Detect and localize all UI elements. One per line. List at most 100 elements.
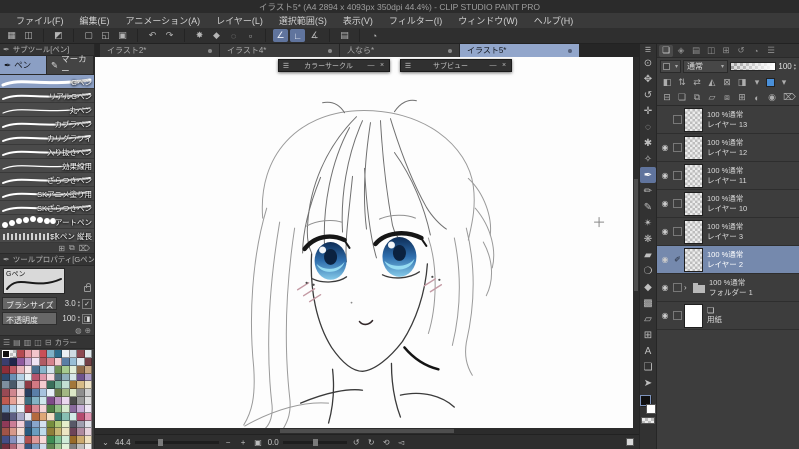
color-swatch[interactable] [84, 436, 92, 445]
layer-row[interactable]: ◉ 100 %通常 レイヤー 12 [657, 134, 799, 162]
layer-order-icon[interactable]: ⇅ [676, 77, 688, 88]
nav-color-chip[interactable] [626, 438, 634, 446]
color-swatch[interactable] [2, 397, 10, 405]
color-swatch[interactable] [32, 389, 40, 398]
fill-tool[interactable]: ◆ [640, 279, 656, 295]
airbrush-tool[interactable]: ✴ [640, 215, 656, 231]
color-swatch[interactable] [17, 389, 25, 398]
colorset-menu-icon[interactable]: ☰ [3, 338, 10, 347]
color-swatch[interactable] [69, 436, 77, 445]
color-swatch[interactable] [69, 381, 77, 390]
gradient-tool[interactable]: ▩ [640, 295, 656, 311]
layer-row[interactable]: ◉ ✐ 100 %通常 レイヤー 2 [657, 246, 799, 274]
menu-item-2[interactable]: 編集(E) [72, 14, 118, 27]
lock-layer-icon[interactable]: ◭ [706, 77, 718, 88]
mask-dropdown-icon[interactable]: ◨ [736, 77, 748, 88]
color-swatch[interactable] [9, 444, 17, 449]
eyedropper-tool[interactable]: ✧ [640, 151, 656, 167]
brush-item-2[interactable]: リアルGペン [0, 89, 94, 103]
color-swatch[interactable] [62, 404, 70, 413]
color-swatch[interactable] [24, 397, 32, 405]
color-swatch[interactable] [84, 389, 92, 398]
color-swatch[interactable] [9, 420, 17, 429]
layer-checkbox[interactable] [673, 199, 682, 208]
layer-checkbox[interactable] [673, 115, 682, 124]
color-swatch[interactable] [54, 420, 62, 429]
layer-visibility-eye-icon[interactable]: ◉ [659, 143, 671, 152]
color-swatch[interactable] [17, 350, 25, 358]
new-raster-layer-icon[interactable]: ❏ [676, 92, 688, 103]
delete-subtool-icon[interactable]: ⌦ [79, 244, 90, 253]
color-swatch[interactable] [17, 357, 25, 366]
color-swatch[interactable] [47, 373, 55, 382]
color-swatch[interactable] [24, 350, 32, 358]
show-all-properties-icon[interactable]: ⊕ [85, 326, 91, 335]
layer-effect-dropdown[interactable]: ▾ [660, 60, 681, 73]
rotate-canvas-tool[interactable]: ↺ [640, 87, 656, 103]
brush-item-12[interactable]: SKペン 縦長 [0, 229, 94, 243]
background-color-swatch[interactable] [646, 404, 656, 414]
color-swatch[interactable] [47, 397, 55, 405]
color-wheel-floating-window[interactable]: ☰ カラーサークル — × [278, 59, 390, 72]
color-swatch[interactable] [62, 365, 70, 374]
foreground-background-colors[interactable] [640, 395, 656, 414]
color-swatch[interactable] [62, 420, 70, 429]
lock-icon[interactable] [84, 283, 91, 292]
color-swatch[interactable] [54, 381, 62, 390]
layer-thumbnail[interactable] [684, 135, 703, 160]
colorset-settings-icon[interactable]: ⊟ [45, 338, 52, 347]
color-swatch[interactable] [2, 436, 10, 445]
color-swatch[interactable] [24, 436, 32, 445]
color-swatch[interactable] [2, 350, 10, 358]
color-swatch[interactable] [84, 412, 92, 421]
color-swatch[interactable] [17, 373, 25, 382]
color-swatch[interactable] [32, 444, 40, 449]
color-swatch[interactable] [54, 350, 62, 358]
color-swatch[interactable] [69, 357, 77, 366]
zoom-slider[interactable] [134, 438, 219, 446]
decoration-tool[interactable]: ❋ [640, 231, 656, 247]
color-swatch[interactable] [84, 381, 92, 390]
fill-icon[interactable]: ◆ [209, 29, 224, 42]
color-swatch[interactable] [69, 404, 77, 413]
color-swatch[interactable] [54, 412, 62, 421]
rotate-cw-icon[interactable]: ↻ [366, 438, 377, 447]
color-swatch[interactable] [47, 420, 55, 429]
color-swatch[interactable] [39, 404, 47, 413]
color-swatch[interactable] [69, 412, 77, 421]
brush-item-7[interactable]: 効果線用 [0, 159, 94, 173]
color-swatch[interactable] [2, 420, 10, 429]
color-swatch[interactable] [17, 381, 25, 390]
transfer-icon[interactable]: ⇄ [691, 77, 703, 88]
color-swatch[interactable] [9, 381, 17, 390]
color-swatch[interactable] [84, 420, 92, 429]
animation-palette-tab[interactable]: ▤ [689, 45, 703, 57]
blend-mode-dropdown[interactable]: 通常 ▾ [683, 60, 728, 73]
frame-border-tool[interactable]: ⊞ [640, 327, 656, 343]
color-swatch[interactable] [39, 412, 47, 421]
delete-layer-icon[interactable]: ⌦ [783, 92, 796, 103]
color-swatch[interactable] [69, 444, 77, 449]
layer-row[interactable]: 100 %通常 レイヤー 13 [657, 106, 799, 134]
color-swatch[interactable] [77, 412, 85, 421]
layer-color-dropdown-icon[interactable]: ▾ [778, 77, 790, 88]
combine-icon[interactable]: ⊞ [736, 92, 748, 103]
colorset-tab-2-icon[interactable]: ▥ [24, 338, 32, 347]
color-swatch[interactable] [69, 373, 77, 382]
color-swatch[interactable] [32, 436, 40, 445]
layer-row[interactable]: ◉ 100 %通常 レイヤー 10 [657, 190, 799, 218]
brush-stroke-preview[interactable]: Gペン [3, 268, 65, 294]
color-swatch[interactable] [54, 373, 62, 382]
color-swatch[interactable] [47, 444, 55, 449]
value-spinner[interactable]: ▴ ▾ [78, 299, 80, 308]
layer-row[interactable]: ◉ 100 %通常 レイヤー 3 [657, 218, 799, 246]
layer-checkbox[interactable] [673, 171, 682, 180]
color-swatch[interactable] [62, 428, 70, 437]
color-swatch[interactable] [32, 373, 40, 382]
layer-visibility-eye-icon[interactable]: ◉ [659, 283, 671, 292]
canvas-surface[interactable]: ☰ カラーサークル — × ☰ サブビュー — × [95, 57, 639, 428]
layer-visibility-eye-icon[interactable]: ◉ [659, 199, 671, 208]
rotation-slider-thumb[interactable] [312, 438, 318, 446]
color-swatch[interactable] [62, 436, 70, 445]
snap-to-special-ruler-icon[interactable]: ∟ [290, 29, 305, 42]
